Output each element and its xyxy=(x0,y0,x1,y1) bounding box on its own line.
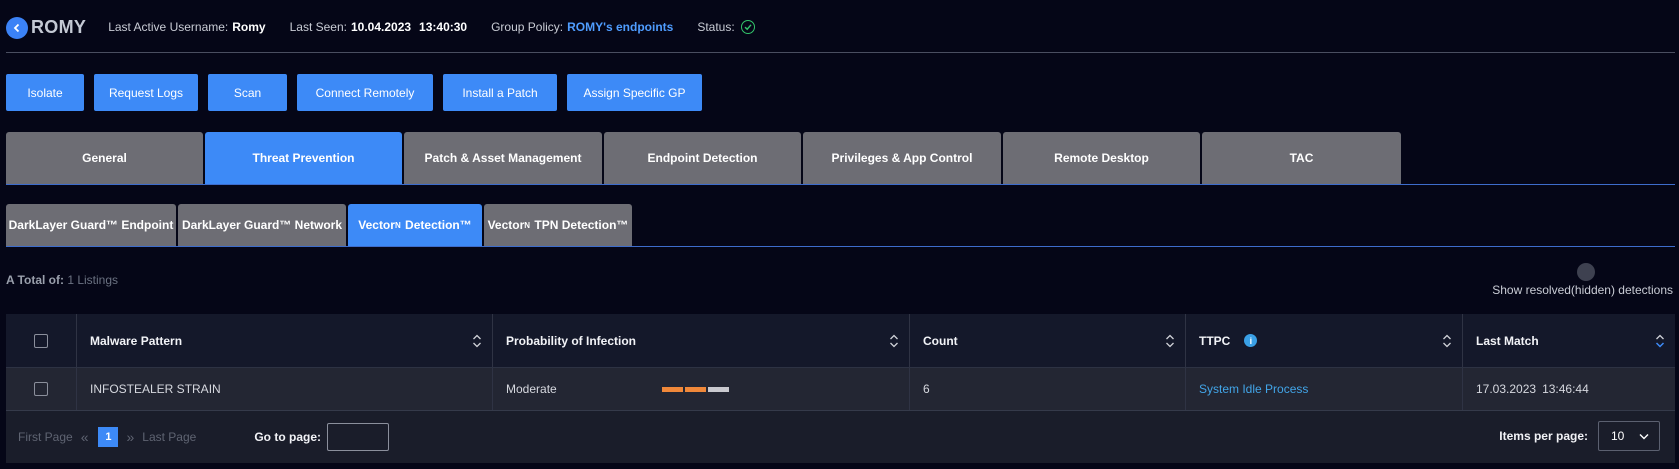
row-checkbox[interactable] xyxy=(34,382,48,396)
last-match-time: 13:46:44 xyxy=(1542,382,1589,396)
items-per-page-select[interactable]: 10 xyxy=(1598,421,1660,451)
sort-icon[interactable] xyxy=(472,334,482,348)
sort-icon[interactable] xyxy=(1165,334,1175,348)
sub-tabs: DarkLayer Guard™ Endpoint DarkLayer Guar… xyxy=(6,204,634,246)
page-number-current[interactable]: 1 xyxy=(98,427,119,447)
table-row[interactable]: INFOSTEALER STRAIN Moderate 6 System Idl… xyxy=(6,368,1675,411)
scan-button[interactable]: Scan xyxy=(208,74,287,111)
goto-page-label: Go to page: xyxy=(254,430,321,444)
subtab-tpn-label: TPN Detection™ xyxy=(531,218,629,232)
col-probability[interactable]: Probability of Infection xyxy=(493,314,910,367)
sort-icon[interactable] xyxy=(1442,334,1452,348)
device-name: ROMY xyxy=(31,16,87,37)
items-per-page-label: Items per page: xyxy=(1499,429,1588,443)
show-resolved-toggle[interactable] xyxy=(1577,263,1595,281)
col-last-match[interactable]: Last Match xyxy=(1463,314,1675,367)
connect-remotely-button[interactable]: Connect Remotely xyxy=(297,74,433,111)
tab-remote-desktop[interactable]: Remote Desktop xyxy=(1003,132,1200,184)
last-seen-time: 13:40:30 xyxy=(419,20,468,34)
count-cell: 6 xyxy=(910,368,1186,410)
col-label: TTPC xyxy=(1199,333,1231,348)
last-match-date: 17.03.2023 xyxy=(1476,382,1537,396)
prev-page-icon[interactable]: « xyxy=(81,429,89,445)
last-active-label: Last Active Username: xyxy=(108,20,229,34)
items-per-page-value: 10 xyxy=(1611,429,1625,443)
main-tabs: General Threat Prevention Patch & Asset … xyxy=(6,132,1403,184)
tab-tac[interactable]: TAC xyxy=(1202,132,1401,184)
row-checkbox-cell xyxy=(6,368,77,410)
col-malware-pattern[interactable]: Malware Pattern xyxy=(77,314,493,367)
header-checkbox-cell xyxy=(6,314,77,367)
assign-gp-button[interactable]: Assign Specific GP xyxy=(567,74,702,111)
subtab-vector-label: Detection™ xyxy=(401,218,472,232)
subtab-darklayer-endpoint[interactable]: DarkLayer Guard™ Endpoint xyxy=(6,204,176,246)
check-circle-icon xyxy=(740,20,755,34)
probability-text: Moderate xyxy=(506,382,557,396)
col-ttpc[interactable]: TTPC i xyxy=(1186,314,1463,367)
tab-patch-asset-management[interactable]: Patch & Asset Management xyxy=(404,132,602,184)
device-header: ROMY Last Active Username: Romy Last See… xyxy=(6,10,1675,44)
action-toolbar: Isolate Request Logs Scan Connect Remote… xyxy=(6,74,712,111)
probability-segment xyxy=(684,386,706,392)
subtab-vector-prefix: Vector xyxy=(358,218,395,232)
header-divider xyxy=(6,52,1675,53)
col-label: Probability of Infection xyxy=(506,333,637,348)
col-count[interactable]: Count xyxy=(910,314,1186,367)
info-icon[interactable]: i xyxy=(1244,334,1258,347)
tab-privileges-app-control[interactable]: Privileges & App Control xyxy=(803,132,1001,184)
request-logs-button[interactable]: Request Logs xyxy=(94,74,198,111)
group-policy-link[interactable]: ROMY's endpoints xyxy=(567,20,673,34)
first-page-link[interactable]: First Page xyxy=(18,430,73,444)
ttpc-link[interactable]: System Idle Process xyxy=(1186,368,1463,410)
sort-desc-icon[interactable] xyxy=(1655,334,1665,348)
sort-icon[interactable] xyxy=(889,334,899,348)
subtab-vector-sup: N xyxy=(394,220,401,230)
select-all-checkbox[interactable] xyxy=(34,333,48,348)
probability-cell: Moderate xyxy=(493,368,910,410)
subtab-tpn-sup: N xyxy=(524,220,531,230)
tab-general[interactable]: General xyxy=(6,132,203,184)
goto-page-input[interactable] xyxy=(327,423,389,451)
install-patch-button[interactable]: Install a Patch xyxy=(443,74,557,111)
col-label: Malware Pattern xyxy=(90,333,183,348)
listing-total: A Total of: 1 Listings xyxy=(6,273,118,287)
table-header-row: Malware Pattern Probability of Infection… xyxy=(6,314,1675,368)
status-label: Status: xyxy=(697,20,735,34)
probability-meter xyxy=(661,386,731,392)
items-per-page: Items per page: 10 xyxy=(1499,421,1660,451)
chevron-down-icon xyxy=(1639,433,1649,439)
last-match-cell: 17.03.2023 13:46:44 xyxy=(1463,368,1675,410)
sub-tabs-underline xyxy=(6,246,1675,247)
subtab-tpn-prefix: Vector xyxy=(487,218,525,232)
back-icon[interactable] xyxy=(6,17,28,39)
subtab-vector-tpn-detection[interactable]: Vector N TPN Detection™ xyxy=(484,204,632,246)
pagination-bar: First Page « 1 » Last Page Go to page: I… xyxy=(6,411,1675,463)
col-label: Last Match xyxy=(1476,333,1539,348)
total-label: A Total of: xyxy=(6,273,64,287)
malware-pattern-cell: INFOSTEALER STRAIN xyxy=(77,368,493,410)
last-seen-date: 10.04.2023 xyxy=(350,20,412,34)
tab-endpoint-detection[interactable]: Endpoint Detection xyxy=(604,132,801,184)
last-active-value: Romy xyxy=(232,20,266,34)
last-seen-label: Last Seen: xyxy=(289,20,347,34)
probability-segment xyxy=(707,386,729,392)
subtab-vector-detection[interactable]: Vector N Detection™ xyxy=(348,204,482,246)
group-policy-label: Group Policy: xyxy=(491,20,564,34)
probability-segment xyxy=(661,386,683,392)
tab-threat-prevention[interactable]: Threat Prevention xyxy=(205,132,402,184)
col-label: Count xyxy=(923,333,958,348)
next-page-icon[interactable]: » xyxy=(126,429,134,445)
last-page-link[interactable]: Last Page xyxy=(142,430,196,444)
main-tabs-underline xyxy=(6,184,1675,185)
detections-table: Malware Pattern Probability of Infection… xyxy=(6,314,1675,463)
subtab-darklayer-network[interactable]: DarkLayer Guard™ Network xyxy=(178,204,346,246)
show-resolved-label: Show resolved(hidden) detections xyxy=(1492,283,1673,297)
isolate-button[interactable]: Isolate xyxy=(6,74,84,111)
total-count: 1 Listings xyxy=(67,273,119,287)
